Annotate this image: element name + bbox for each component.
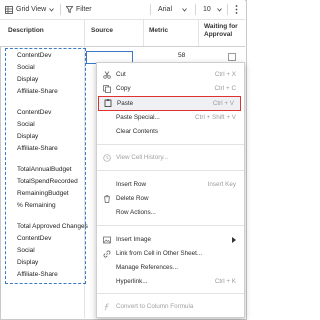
grid-view-button[interactable]: Grid View bbox=[5, 3, 58, 16]
trash-icon bbox=[104, 195, 110, 203]
grid-view-label: Grid View bbox=[16, 6, 47, 13]
menu-item-label: Hyperlink... bbox=[116, 278, 148, 285]
menu-item-label: Row Actions... bbox=[116, 209, 156, 216]
menu-item-label: Paste bbox=[117, 100, 134, 107]
menu-item-label: Cut bbox=[116, 71, 126, 78]
toolbar-divider bbox=[195, 4, 196, 15]
chevron-down-icon bbox=[182, 8, 187, 12]
history-icon bbox=[103, 154, 111, 162]
copy-icon bbox=[103, 85, 111, 93]
menu-item-label: Insert Row bbox=[116, 181, 147, 188]
menu-item-label: Link from Cell in Other Sheet... bbox=[116, 250, 203, 257]
menu-item-insert-image[interactable]: Insert Image bbox=[97, 233, 244, 247]
menu-item-shortcut: Ctrl + K bbox=[214, 278, 236, 285]
menu-item-label: Convert to Column Formula bbox=[116, 303, 194, 310]
filter-button[interactable]: Filter bbox=[66, 3, 96, 16]
menu-item-label: Insert Image bbox=[116, 236, 151, 243]
toolbar-divider bbox=[227, 4, 228, 15]
menu-item-row-actions[interactable]: Row Actions... bbox=[97, 206, 244, 220]
menu-item-copy[interactable]: Copy Ctrl + C bbox=[97, 82, 244, 96]
font-size-value: 10 bbox=[203, 6, 211, 13]
copy-selection-outline bbox=[5, 48, 86, 284]
menu-item-shortcut: Insert Key bbox=[207, 181, 236, 188]
metric-cell-value: 58 bbox=[178, 52, 186, 59]
menu-item-convert-column-formula[interactable]: Convert to Column Formula bbox=[97, 300, 244, 314]
font-family-select[interactable]: Arial bbox=[158, 3, 193, 16]
column-header-label: Description bbox=[8, 27, 44, 34]
column-header-waiting-for-approval[interactable]: Waiting for Approval bbox=[198, 20, 244, 46]
column-header-label: Metric bbox=[149, 27, 169, 34]
column-header-source[interactable]: Source bbox=[85, 20, 130, 46]
menu-item-insert-row[interactable]: Insert Row Insert Key bbox=[97, 178, 244, 192]
toolbar-divider bbox=[150, 4, 151, 15]
column-header-label: Waiting for Approval bbox=[204, 23, 238, 38]
filter-icon bbox=[66, 6, 73, 13]
menu-item-clear-contents[interactable]: Clear Contents bbox=[97, 125, 244, 139]
submenu-arrow-icon bbox=[232, 237, 236, 243]
toolbar-more-button[interactable] bbox=[232, 3, 242, 16]
context-menu: Cut Ctrl + X Copy Ctrl + C Paste Ctrl + … bbox=[96, 62, 245, 318]
menu-item-delete-row[interactable]: Delete Row bbox=[97, 192, 244, 206]
column-divider bbox=[143, 20, 144, 46]
font-size-select[interactable]: 10 bbox=[203, 3, 227, 16]
menu-item-label: Paste Special... bbox=[116, 114, 160, 121]
menu-item-view-cell-history[interactable]: View Cell History... bbox=[97, 151, 244, 165]
menu-item-label: Delete Row bbox=[116, 195, 149, 202]
more-vertical-icon bbox=[235, 5, 238, 14]
approval-checkbox[interactable] bbox=[228, 53, 236, 61]
menu-item-paste[interactable]: Paste Ctrl + V bbox=[98, 96, 241, 111]
menu-item-link-other-sheet[interactable]: Link from Cell in Other Sheet... bbox=[97, 247, 244, 261]
menu-item-cut[interactable]: Cut Ctrl + X bbox=[97, 68, 244, 82]
column-divider bbox=[198, 20, 199, 46]
clipboard-icon bbox=[104, 99, 112, 107]
image-icon bbox=[103, 236, 111, 244]
column-header-metric[interactable]: Metric bbox=[143, 20, 193, 46]
menu-item-shortcut: Ctrl + V bbox=[212, 100, 234, 107]
column-header-description[interactable]: Description bbox=[2, 20, 84, 46]
menu-item-shortcut: Ctrl + X bbox=[214, 71, 236, 78]
link-icon bbox=[103, 250, 111, 258]
menu-item-label: View Cell History... bbox=[116, 154, 169, 161]
menu-item-shortcut: Ctrl + C bbox=[214, 85, 236, 92]
chevron-down-icon bbox=[49, 8, 54, 12]
menu-divider bbox=[97, 293, 244, 294]
scissors-icon bbox=[103, 71, 111, 79]
menu-item-paste-special[interactable]: Paste Special... Ctrl + Shift + V bbox=[97, 111, 244, 125]
menu-divider bbox=[97, 225, 244, 226]
menu-divider bbox=[97, 144, 244, 145]
menu-divider bbox=[97, 170, 244, 171]
toolbar: Grid View Filter Arial 10 bbox=[0, 0, 245, 20]
menu-item-label: Clear Contents bbox=[116, 128, 158, 135]
grid-icon bbox=[5, 6, 13, 14]
menu-item-manage-references[interactable]: Manage References... bbox=[97, 261, 244, 275]
toolbar-divider bbox=[60, 4, 61, 15]
menu-item-shortcut: Ctrl + Shift + V bbox=[195, 114, 236, 121]
font-family-value: Arial bbox=[158, 6, 173, 13]
formula-icon bbox=[104, 303, 109, 311]
menu-item-hyperlink[interactable]: Hyperlink... Ctrl + K bbox=[97, 275, 244, 289]
menu-item-label: Copy bbox=[116, 85, 131, 92]
filter-label: Filter bbox=[76, 6, 92, 13]
column-header-label: Source bbox=[91, 27, 114, 34]
menu-item-label: Manage References... bbox=[116, 264, 178, 271]
chevron-down-icon bbox=[217, 8, 222, 12]
